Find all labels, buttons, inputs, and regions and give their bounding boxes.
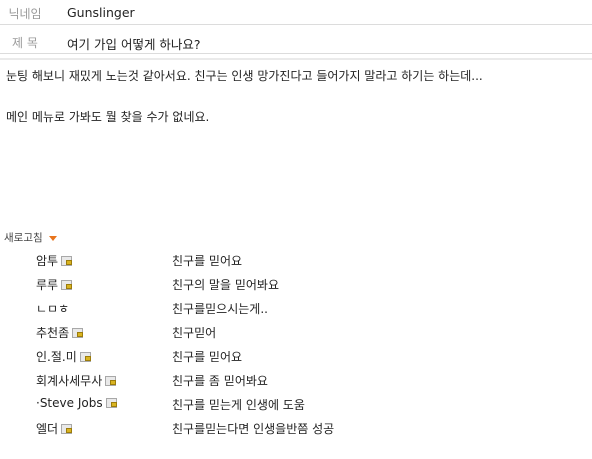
nickname-label: 닉네임 bbox=[8, 7, 42, 21]
post-body-line-2: 메인 메뉴로 가봐도 뭘 찾을 수가 없네요. bbox=[6, 110, 210, 124]
lock-icon bbox=[61, 423, 73, 434]
member-name-link[interactable]: 추천좀 bbox=[36, 324, 84, 341]
member-message: 친구를 믿어요 bbox=[172, 350, 243, 364]
refresh-label: 새로고침 bbox=[4, 232, 43, 244]
member-message: 친구의 말을 믿어봐요 bbox=[172, 278, 279, 292]
refresh-button[interactable]: 새로고침 bbox=[4, 230, 57, 245]
member-message: 친구믿어 bbox=[172, 326, 217, 340]
member-name-link[interactable]: 엘더 bbox=[36, 420, 73, 437]
lock-icon bbox=[105, 375, 117, 386]
list-item: ·Steve Jobs 친구를 믿는게 인생에 도움 bbox=[0, 393, 592, 415]
member-name-link[interactable]: 루루 bbox=[36, 276, 73, 293]
title-row: 제 목 여기 가입 어떻게 하나요? bbox=[0, 28, 592, 54]
lock-icon bbox=[61, 255, 73, 266]
list-item: ㄴㅁㅎ 친구를믿으시는게.. bbox=[0, 297, 592, 319]
member-message: 친구를 믿는게 인생에 도움 bbox=[172, 398, 305, 412]
member-message: 친구를믿으시는게.. bbox=[172, 302, 268, 316]
member-message: 친구를 좀 믿어봐요 bbox=[172, 374, 268, 388]
lock-icon bbox=[105, 398, 117, 408]
member-message: 친구를 믿어요 bbox=[172, 254, 243, 268]
list-item: 추천좀 친구믿어 bbox=[0, 321, 592, 343]
divider bbox=[0, 58, 592, 60]
member-name-link[interactable]: 회계사세무사 bbox=[36, 372, 117, 389]
lock-icon bbox=[79, 351, 91, 362]
list-item: 회계사세무사 친구를 좀 믿어봐요 bbox=[0, 369, 592, 391]
nickname-value: Gunslinger bbox=[67, 5, 135, 20]
member-name-link[interactable]: ㄴㅁㅎ bbox=[36, 300, 69, 317]
dropdown-triangle-icon bbox=[48, 235, 57, 241]
post-title: 여기 가입 어떻게 하나요? bbox=[67, 37, 201, 52]
nickname-row: 닉네임 Gunslinger bbox=[0, 0, 592, 25]
member-name-link[interactable]: 인.절.미 bbox=[36, 348, 91, 365]
post-body-line-1: 눈팅 해보니 재밌게 노는것 같아서요. 친구는 인생 망가진다고 들어가지 말… bbox=[6, 69, 483, 83]
title-label: 제 목 bbox=[12, 36, 38, 50]
member-name-link[interactable]: ·Steve Jobs bbox=[36, 396, 117, 410]
list-item: 루루 친구의 말을 믿어봐요 bbox=[0, 273, 592, 295]
member-message: 친구를믿는다면 인생을반쯤 성공 bbox=[172, 422, 335, 436]
lock-icon bbox=[72, 327, 84, 338]
list-item: 암투 친구를 믿어요 bbox=[0, 249, 592, 271]
member-name-link[interactable]: 암투 bbox=[36, 252, 73, 269]
list-item: 인.절.미 친구를 믿어요 bbox=[0, 345, 592, 367]
list-item: 엘더 친구를믿는다면 인생을반쯤 성공 bbox=[0, 417, 592, 439]
lock-icon bbox=[61, 279, 73, 290]
